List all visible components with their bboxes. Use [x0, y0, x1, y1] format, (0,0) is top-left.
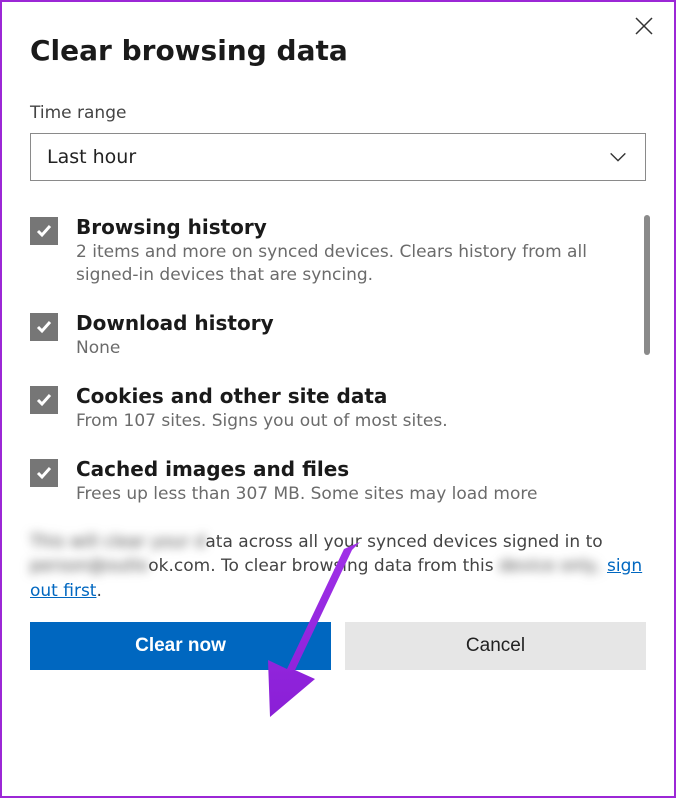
close-icon [635, 17, 653, 35]
checkbox-cookies[interactable] [30, 386, 58, 414]
blurred-text: device only, [499, 556, 607, 576]
blurred-text: This will clear your d [30, 532, 205, 552]
check-icon [35, 318, 53, 336]
option-cached-images: Cached images and files Frees up less th… [30, 457, 646, 506]
scrollbar-thumb[interactable] [644, 215, 650, 355]
option-desc: 2 items and more on synced devices. Clea… [76, 241, 628, 287]
option-label: Download history [76, 311, 628, 335]
checkbox-browsing-history[interactable] [30, 217, 58, 245]
chevron-down-icon [607, 146, 629, 168]
time-range-select[interactable]: Last hour [30, 133, 646, 181]
check-icon [35, 464, 53, 482]
blurred-text: person@outlo [30, 556, 148, 576]
time-range-label: Time range [30, 103, 646, 123]
check-icon [35, 391, 53, 409]
button-row: Clear now Cancel [30, 622, 646, 670]
checkbox-download-history[interactable] [30, 313, 58, 341]
footer-note: This will clear your data across all you… [30, 530, 646, 604]
check-icon [35, 222, 53, 240]
clear-browsing-data-dialog: Clear browsing data Time range Last hour… [2, 2, 674, 796]
option-download-history: Download history None [30, 311, 646, 360]
clear-now-button[interactable]: Clear now [30, 622, 331, 670]
option-label: Cookies and other site data [76, 384, 628, 408]
option-desc: None [76, 337, 628, 360]
option-label: Cached images and files [76, 457, 628, 481]
option-desc: Frees up less than 307 MB. Some sites ma… [76, 483, 628, 506]
dialog-title: Clear browsing data [30, 34, 646, 67]
option-cookies: Cookies and other site data From 107 sit… [30, 384, 646, 433]
time-range-value: Last hour [47, 146, 136, 168]
option-label: Browsing history [76, 215, 628, 239]
checkbox-cached-images[interactable] [30, 459, 58, 487]
cancel-button[interactable]: Cancel [345, 622, 646, 670]
close-button[interactable] [628, 10, 660, 42]
option-browsing-history: Browsing history 2 items and more on syn… [30, 215, 646, 287]
option-desc: From 107 sites. Signs you out of most si… [76, 410, 628, 433]
options-list: Browsing history 2 items and more on syn… [30, 215, 646, 506]
